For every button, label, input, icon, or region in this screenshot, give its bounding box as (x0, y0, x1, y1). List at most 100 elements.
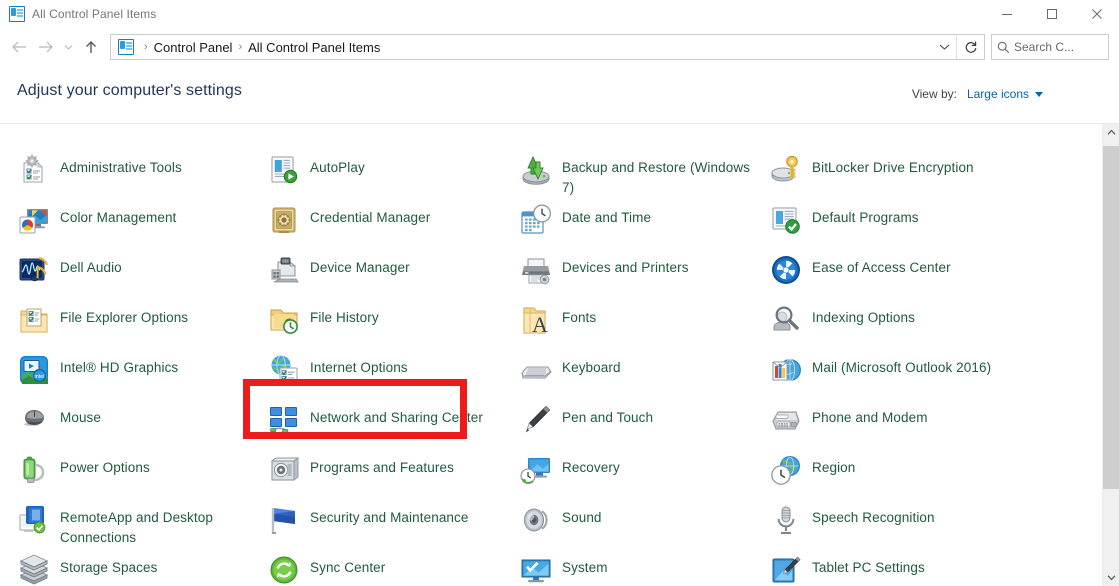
control-panel-item[interactable]: Tablet PC Settings (770, 552, 925, 586)
forward-arrow-icon[interactable] (32, 32, 58, 62)
control-panel-item[interactable]: Credential Manager (268, 202, 430, 246)
maximize-button[interactable] (1029, 0, 1074, 28)
control-panel-item-label[interactable]: Ease of Access Center (812, 252, 951, 278)
control-panel-item-label[interactable]: Dell Audio (60, 252, 122, 278)
view-by-control[interactable]: View by: Large icons (912, 87, 1043, 101)
scrollbar-thumb[interactable] (1103, 146, 1119, 489)
control-panel-item[interactable]: BitLocker Drive Encryption (770, 152, 974, 196)
address-bar[interactable]: › Control Panel › All Control Panel Item… (110, 34, 985, 60)
control-panel-item[interactable]: System (520, 552, 608, 586)
control-panel-item[interactable]: Region (770, 452, 855, 496)
control-panel-item-label[interactable]: File History (310, 302, 379, 328)
control-panel-item[interactable]: Keyboard (520, 352, 621, 396)
control-panel-item[interactable]: Ease of Access Center (770, 252, 951, 296)
view-by-label: View by: (912, 87, 957, 101)
control-panel-item-label[interactable]: RemoteApp and Desktop Connections (60, 502, 236, 548)
control-panel-item-label[interactable]: Region (812, 452, 855, 478)
recent-locations-icon[interactable] (58, 32, 78, 62)
control-panel-item-label[interactable]: Indexing Options (812, 302, 915, 328)
control-panel-item-label[interactable]: Phone and Modem (812, 402, 928, 428)
control-panel-item-label[interactable]: Mail (Microsoft Outlook 2016) (812, 352, 991, 378)
programs-features-icon (268, 454, 300, 486)
back-arrow-icon[interactable] (6, 32, 32, 62)
control-panel-item-label[interactable]: BitLocker Drive Encryption (812, 152, 974, 178)
view-by-caret-icon[interactable] (1035, 92, 1043, 97)
control-panel-item-label[interactable]: Security and Maintenance (310, 502, 469, 528)
speech-recognition-icon (770, 504, 802, 536)
refresh-icon[interactable] (956, 35, 984, 59)
control-panel-item[interactable]: AutoPlay (268, 152, 365, 196)
close-button[interactable] (1074, 0, 1119, 28)
control-panel-item-label[interactable]: Device Manager (310, 252, 410, 278)
autoplay-icon (268, 154, 300, 186)
control-panel-item-label[interactable]: Intel® HD Graphics (60, 352, 178, 378)
control-panel-item[interactable]: RemoteApp and Desktop Connections (18, 502, 236, 546)
control-panel-item-label[interactable]: Devices and Printers (562, 252, 689, 278)
view-by-value[interactable]: Large icons (967, 87, 1029, 101)
dell-audio-icon (18, 254, 50, 286)
control-panel-item-label[interactable]: File Explorer Options (60, 302, 188, 328)
vertical-scrollbar[interactable] (1102, 124, 1119, 586)
control-panel-item[interactable]: Date and Time (520, 202, 651, 246)
control-panel-item-label[interactable]: Programs and Features (310, 452, 454, 478)
control-panel-item-label[interactable]: Tablet PC Settings (812, 552, 925, 578)
control-panel-item[interactable]: Phone and Modem (770, 402, 928, 446)
control-panel-item[interactable]: Dell Audio (18, 252, 122, 296)
control-panel-item[interactable]: Administrative Tools (18, 152, 182, 196)
control-panel-item-label[interactable]: Power Options (60, 452, 150, 478)
control-panel-item[interactable]: Default Programs (770, 202, 919, 246)
control-panel-item-label[interactable]: Default Programs (812, 202, 919, 228)
control-panel-item-label[interactable]: Credential Manager (310, 202, 430, 228)
control-panel-item[interactable]: intelIntel® HD Graphics (18, 352, 178, 396)
control-panel-item[interactable]: Power Options (18, 452, 150, 496)
control-panel-item-label[interactable]: Pen and Touch (562, 402, 653, 428)
control-panel-item[interactable]: Security and Maintenance (268, 502, 469, 546)
control-panel-item[interactable]: Sound (520, 502, 602, 546)
control-panel-item[interactable]: Backup and Restore (Windows 7) (520, 152, 758, 196)
control-panel-item-label[interactable]: Recovery (562, 452, 620, 478)
control-panel-item[interactable]: Speech Recognition (770, 502, 935, 546)
scroll-down-icon[interactable] (1103, 569, 1119, 586)
control-panel-item-label[interactable]: Sound (562, 502, 602, 528)
minimize-button[interactable] (984, 0, 1029, 28)
control-panel-item[interactable]: Mail (Microsoft Outlook 2016) (770, 352, 991, 396)
control-panel-item-label[interactable]: Mouse (60, 402, 101, 428)
control-panel-item-label[interactable]: Color Management (60, 202, 176, 228)
scroll-up-icon[interactable] (1103, 124, 1119, 141)
control-panel-item[interactable]: Network and Sharing Center (268, 402, 483, 446)
control-panel-item[interactable]: Programs and Features (268, 452, 454, 496)
control-panel-item[interactable]: Mouse (18, 402, 101, 446)
control-panel-item-label[interactable]: Administrative Tools (60, 152, 182, 178)
control-panel-item-label[interactable]: Sync Center (310, 552, 385, 578)
chevron-down-icon[interactable] (932, 35, 956, 59)
control-panel-item[interactable]: Indexing Options (770, 302, 915, 346)
control-panel-item[interactable]: Storage Spaces (18, 552, 157, 586)
control-panel-item[interactable]: Internet Options (268, 352, 408, 396)
control-panel-item-label[interactable]: Keyboard (562, 352, 621, 378)
control-panel-item[interactable]: Devices and Printers (520, 252, 689, 296)
control-panel-item-label[interactable]: Internet Options (310, 352, 408, 378)
control-panel-item-label[interactable]: Date and Time (562, 202, 651, 228)
control-panel-item-label[interactable]: Network and Sharing Center (310, 402, 483, 428)
up-arrow-icon[interactable] (78, 32, 104, 62)
breadcrumb-all-items[interactable]: All Control Panel Items (248, 40, 380, 55)
items-grid: Administrative Tools Color Management De… (0, 124, 1090, 586)
control-panel-item[interactable]: Sync Center (268, 552, 385, 586)
breadcrumb-control-panel[interactable]: Control Panel (154, 40, 233, 55)
breadcrumb-control-panel-icon (118, 39, 134, 55)
control-panel-item[interactable]: Pen and Touch (520, 402, 653, 446)
control-panel-item[interactable]: Color Management (18, 202, 176, 246)
control-panel-item[interactable]: AFonts (520, 302, 596, 346)
control-panel-item[interactable]: File History (268, 302, 379, 346)
control-panel-item[interactable]: Recovery (520, 452, 620, 496)
control-panel-item-label[interactable]: System (562, 552, 608, 578)
control-panel-item-label[interactable]: AutoPlay (310, 152, 365, 178)
control-panel-item[interactable]: Device Manager (268, 252, 410, 296)
control-panel-item-label[interactable]: Backup and Restore (Windows 7) (562, 152, 758, 198)
control-panel-item-label[interactable]: Speech Recognition (812, 502, 935, 528)
search-input[interactable]: Search C... (1014, 40, 1074, 54)
search-box[interactable]: Search C... (991, 34, 1109, 60)
control-panel-item-label[interactable]: Storage Spaces (60, 552, 157, 578)
control-panel-item[interactable]: File Explorer Options (18, 302, 188, 346)
control-panel-item-label[interactable]: Fonts (562, 302, 596, 328)
